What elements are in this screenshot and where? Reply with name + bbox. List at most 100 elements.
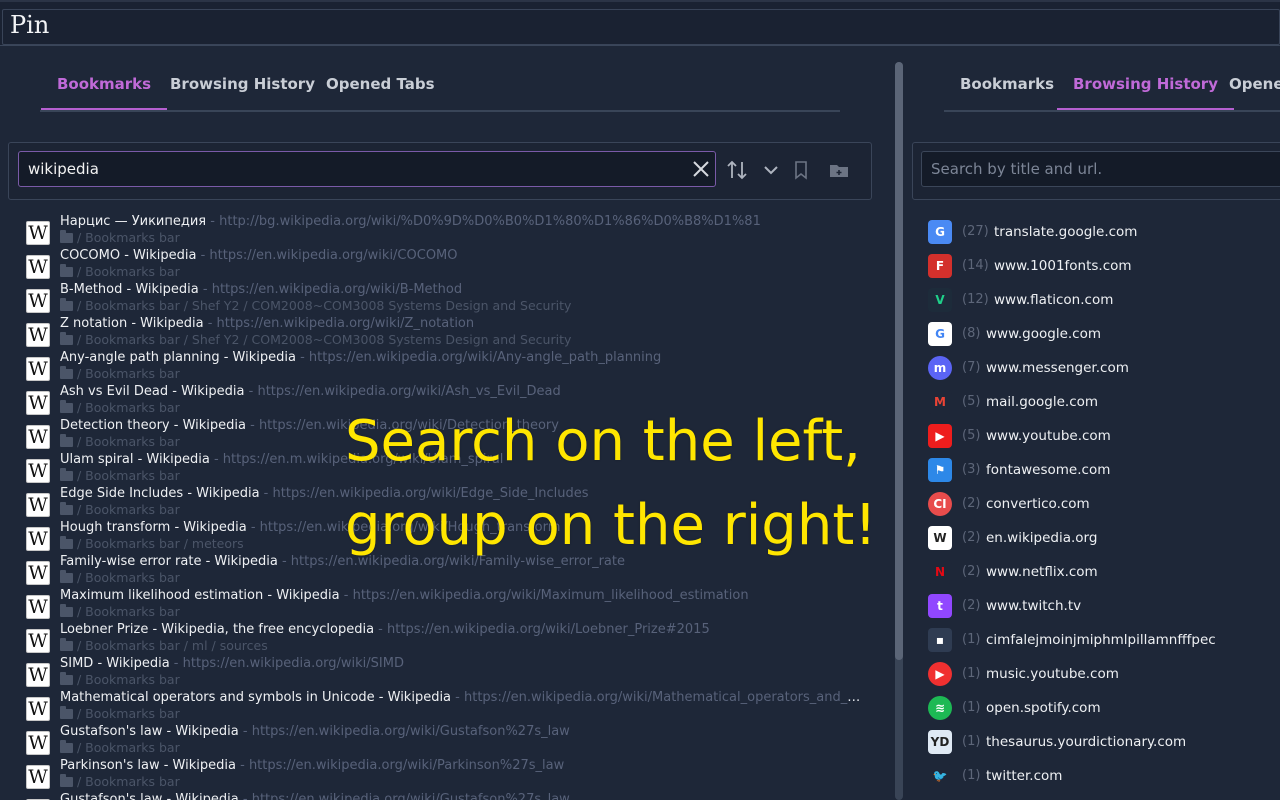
history-group-row[interactable]: M (5) mail.google.com [928, 385, 1280, 419]
history-group-row[interactable]: CI (2) convertico.com [928, 487, 1280, 521]
wikipedia-icon: W [26, 221, 50, 245]
folder-icon [60, 706, 73, 719]
bookmark-folder-path: / Bookmarks bar [60, 468, 180, 484]
bookmark-title: Loebner Prize - Wikipedia, the free ency… [60, 622, 375, 637]
bookmark-icon[interactable] [789, 158, 813, 182]
bookmark-row[interactable]: W Z notation - Wikipedia - https://en.wik… [24, 315, 864, 349]
bookmark-row[interactable]: W Any-angle path planning - Wikipedia - h… [24, 349, 864, 383]
visit-count: (3) [962, 462, 981, 477]
bookmark-url: - https://en.wikipedia.org/wiki/SIMD [169, 656, 404, 671]
bookmark-title: COCOMO - Wikipedia [60, 248, 197, 263]
history-group-row[interactable]: G (8) www.google.com [928, 317, 1280, 351]
left-tab-bookmarks[interactable]: Bookmarks [41, 60, 168, 110]
left-tab-browsing-history[interactable]: Browsing History [154, 60, 331, 108]
bookmark-title: Ash vs Evil Dead - Wikipedia [60, 384, 245, 399]
site-domain: www.1001fonts.com [994, 258, 1132, 274]
bookmark-line: Нарцис — Уикипедия - http://bg.wikipedia… [60, 213, 864, 231]
history-group-row[interactable]: G (27) translate.google.com [928, 215, 1280, 249]
right-tab-opened-tabs[interactable]: Opened Tabs [1213, 60, 1280, 108]
left-tab-opened-tabs[interactable]: Opened Tabs [310, 60, 451, 108]
visit-count: (1) [962, 666, 981, 681]
bookmark-line: SIMD - Wikipedia - https://en.wikipedia.… [60, 655, 864, 673]
history-group-row[interactable]: ▪ (1) cimfalejmoinjmiphmlpillamnfffpec [928, 623, 1280, 657]
history-group-row[interactable]: N (2) www.netflix.com [928, 555, 1280, 589]
bookmark-search-input[interactable] [18, 151, 716, 187]
history-search-input[interactable] [921, 151, 1280, 187]
bookmark-row[interactable]: W SIMD - Wikipedia - https://en.wikipedia… [24, 655, 864, 689]
add-folder-icon[interactable] [827, 158, 851, 182]
history-group-row[interactable]: ▶ (1) music.youtube.com [928, 657, 1280, 691]
site-domain: mail.google.com [986, 394, 1099, 410]
bookmark-row[interactable]: W Loebner Prize - Wikipedia, the free enc… [24, 621, 864, 655]
promo-caption: Search on the left, group on the right! [345, 400, 905, 568]
history-group-list: G (27) translate.google.com F (14) www.1001fo… [928, 215, 1280, 800]
wikipedia-icon: W [26, 629, 50, 653]
bookmark-row[interactable]: WGustafson's law - Wikipedia - https://e… [24, 723, 864, 757]
chevron-down-icon[interactable] [759, 158, 783, 182]
bookmark-folder-text: / Bookmarks bar [77, 774, 180, 789]
history-group-row[interactable]: t (2) www.twitch.tv [928, 589, 1280, 623]
folder-icon [60, 230, 73, 243]
bookmark-folder-path: / Bookmarks bar / ml / sources [60, 638, 268, 654]
promo-caption-line-1: Search on the left, [345, 409, 861, 474]
wikipedia-icon: W [26, 561, 50, 585]
folder-icon [60, 536, 73, 549]
history-group-row[interactable]: V (12) www.flaticon.com [928, 283, 1280, 317]
site-domain: en.wikipedia.org [986, 530, 1098, 546]
folder-icon [60, 264, 73, 277]
right-tab-browsing-history[interactable]: Browsing History [1057, 60, 1234, 110]
bookmark-url-text: https://en.wikipedia.org/wiki/Any-angle_… [308, 350, 662, 365]
bookmark-row[interactable]: W COCOMO - Wikipedia - https://en.wikiped… [24, 247, 864, 281]
history-group-row[interactable]: 🐦 (1) twitter.com [928, 759, 1280, 793]
site-domain: www.youtube.com [986, 428, 1111, 444]
bookmark-folder-text: / Bookmarks bar [77, 366, 180, 381]
bookmark-line: Gustafson's law - Wikipedia - https://en… [60, 791, 864, 800]
bookmark-row[interactable]: W Parkinson's law - Wikipedia - https://e… [24, 757, 864, 791]
bookmark-url: - https://en.wikipedia.org/wiki/Loebner_… [374, 622, 710, 637]
bookmark-row[interactable]: W Mathematical operators and symbols in U… [24, 689, 864, 723]
bookmark-url-text: https://en.wikipedia.org/wiki/Parkinson%… [248, 758, 565, 773]
clear-search-icon[interactable] [692, 160, 710, 178]
bookmark-folder-path: / Bookmarks bar [60, 230, 180, 246]
bookmark-folder-text: / Bookmarks bar / ml / sources [77, 638, 268, 653]
bookmark-url: - https://en.wikipedia.org/wiki/Parkinso… [235, 758, 565, 773]
site-domain: convertico.com [986, 496, 1090, 512]
history-group-row[interactable]: F (14) www.1001fonts.com [928, 249, 1280, 283]
bookmark-folder-text: / Bookmarks bar [77, 264, 180, 279]
bookmark-folder-path: / Bookmarks bar [60, 400, 180, 416]
bookmark-folder-path: / Bookmarks bar [60, 774, 180, 790]
history-group-row[interactable]: W (2) en.wikipedia.org [928, 521, 1280, 555]
left-scrollbar-thumb[interactable] [895, 62, 903, 660]
bookmark-title: Parkinson's law - Wikipedia [60, 758, 236, 773]
bookmark-row[interactable]: W Нарцис — Уикипедия - http://bg.wikipedi… [24, 213, 864, 247]
right-tab-bookmarks[interactable]: Bookmarks [944, 60, 1070, 108]
bookmark-folder-text: / Bookmarks bar [77, 400, 180, 415]
bookmark-title: Mathematical operators and symbols in Un… [60, 690, 452, 705]
bookmark-folder-text: / Bookmarks bar [77, 434, 180, 449]
youtube-icon: ▶ [928, 424, 952, 448]
bookmark-row[interactable]: W Maximum likelihood estimation - Wikiped… [24, 587, 864, 621]
bookmark-row[interactable]: WGustafson's law - Wikipedia - https://e… [24, 791, 864, 800]
history-group-row[interactable]: YD (1) thesaurus.yourdictionary.com [928, 725, 1280, 759]
wikipedia-icon: W [26, 731, 50, 755]
sort-icon[interactable] [725, 158, 749, 182]
history-group-row[interactable]: ⚑ (3) fontawesome.com [928, 453, 1280, 487]
folder-icon [60, 502, 73, 515]
history-group-row[interactable]: ▶ (5) www.youtube.com [928, 419, 1280, 453]
wikipedia-icon: W [26, 425, 50, 449]
history-group-row[interactable]: ≋ (1) open.spotify.com [928, 691, 1280, 725]
bookmark-title: Нарцис — Уикипедия [60, 214, 207, 229]
site-domain: thesaurus.yourdictionary.com [986, 734, 1187, 750]
folder-icon [60, 672, 73, 685]
visit-count: (5) [962, 428, 981, 443]
wikipedia-icon: W [26, 595, 50, 619]
folder-icon [60, 740, 73, 753]
left-tab-bar: Bookmarks Browsing History Opened Tabs [40, 60, 840, 112]
visit-count: (8) [962, 326, 981, 341]
bookmark-url-text: https://en.wikipedia.org/wiki/B-Method [211, 282, 463, 297]
bookmark-folder-path: / Bookmarks bar [60, 366, 180, 382]
bookmark-line: Mathematical operators and symbols in Un… [60, 689, 864, 707]
bookmark-row[interactable]: W B-Method - Wikipedia - https://en.wikip… [24, 281, 864, 315]
history-group-row[interactable]: m (7) www.messenger.com [928, 351, 1280, 385]
extension-icon: ▪ [928, 628, 952, 652]
